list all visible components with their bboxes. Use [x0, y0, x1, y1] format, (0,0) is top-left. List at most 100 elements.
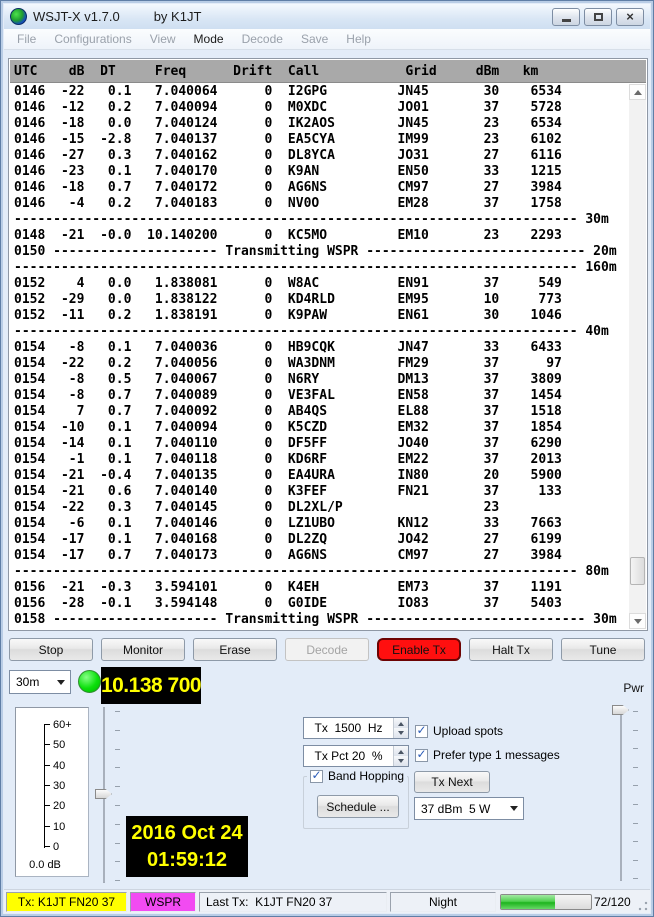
signal-meter: 0.0 dB 60+50403020100: [15, 707, 89, 877]
prefer-type1-label: Prefer type 1 messages: [433, 748, 560, 762]
meter-scale-label: 0: [53, 841, 59, 853]
slider-tick: [115, 805, 120, 806]
decode-table-header: UTC dB DT Freq Drift Call Grid dBm km: [10, 60, 646, 83]
scroll-up-button[interactable]: [629, 84, 646, 100]
spinner-down-icon: [398, 731, 404, 738]
tx-pct-down-button[interactable]: [394, 756, 408, 766]
decode-row: 0146 -22 0.1 7.040064 0 I2GPG JN45 30 65…: [14, 84, 629, 100]
decode-row: 0154 -17 0.7 7.040173 0 AG6NS CM97 27 39…: [14, 548, 629, 564]
meter-scale-line: [44, 724, 45, 848]
prefer-type1-checkbox[interactable]: ✓ Prefer type 1 messages: [415, 748, 560, 762]
decode-row: 0146 -15 -2.8 7.040137 0 EA5CYA IM99 23 …: [14, 132, 629, 148]
halt-tx-button[interactable]: Halt Tx: [469, 638, 553, 661]
band-hopping-checkbox[interactable]: ✓ Band Hopping: [307, 769, 407, 783]
scroll-down-button[interactable]: [629, 613, 646, 629]
close-button[interactable]: ×: [616, 8, 644, 26]
slider-tick: [115, 711, 120, 712]
spinner-up-icon: [398, 719, 404, 726]
tx-separator-row: 0158 --------------------- Transmitting …: [14, 612, 629, 628]
pwr-label: Pwr: [623, 681, 644, 695]
band-separator-row: ----------------------------------------…: [14, 212, 629, 228]
spinner-up-icon: [398, 747, 404, 754]
resize-grip-icon[interactable]: [638, 901, 648, 911]
tx-next-button[interactable]: Tx Next: [414, 771, 490, 793]
period-progress-bar: [500, 894, 592, 910]
schedule-button-label: Schedule ...: [326, 800, 389, 814]
decode-row: 0146 -4 0.2 7.040183 0 NV0O EM28 37 1758: [14, 196, 629, 212]
decode-row: 0154 -22 0.2 7.040056 0 WA3DNM FM29 37 9…: [14, 356, 629, 372]
band-select[interactable]: 30m: [9, 670, 71, 694]
slider-tick: [633, 748, 638, 749]
rx-gain-slider[interactable]: [95, 705, 125, 885]
monitor-button[interactable]: Monitor: [101, 638, 185, 661]
tx-separator-row: 0150 --------------------- Transmitting …: [14, 244, 629, 260]
meter-tick: [44, 826, 50, 827]
spinner-down-icon: [398, 759, 404, 766]
minimize-button[interactable]: [552, 8, 580, 26]
slider-tick: [115, 824, 120, 825]
erase-button[interactable]: Erase: [193, 638, 277, 661]
pwr-thumb[interactable]: [612, 705, 629, 715]
meter-tick: [44, 744, 50, 745]
checkbox-checked-icon: ✓: [310, 770, 323, 783]
meter-tick: [44, 785, 50, 786]
stop-button[interactable]: Stop: [9, 638, 93, 661]
app-globe-icon: [10, 8, 27, 25]
decode-row: 0146 -12 0.2 7.040094 0 M0XDC JO01 37 57…: [14, 100, 629, 116]
rx-status-lamp: [78, 670, 101, 693]
slider-tick: [115, 880, 120, 881]
slider-tick: [115, 861, 120, 862]
decode-row: 0152 4 0.0 1.838081 0 W8AC EN91 37 549: [14, 276, 629, 292]
power-select[interactable]: 37 dBm 5 W: [414, 797, 524, 820]
meter-scale-label: 40: [53, 760, 65, 772]
decode-row: 0156 -28 -0.1 3.594148 0 G0IDE IO83 37 5…: [14, 596, 629, 612]
upload-spots-label: Upload spots: [433, 724, 503, 738]
meter-scale-label: 50: [53, 739, 65, 751]
last-tx-status: Last Tx: K1JT FN20 37: [199, 892, 387, 912]
decode-row: 0154 -17 0.1 7.040168 0 DL2ZQ JO42 27 61…: [14, 532, 629, 548]
rx-gain-thumb[interactable]: [95, 789, 112, 799]
progress-count: 72/120: [594, 892, 631, 912]
tx-message-badge: Tx: K1JT FN20 37: [6, 892, 127, 912]
pwr-slider[interactable]: [609, 699, 641, 887]
schedule-button[interactable]: Schedule ...: [317, 795, 399, 818]
slider-tick: [633, 730, 638, 731]
time-value: 01:59:12: [147, 847, 227, 874]
tx-freq-spinner[interactable]: Tx 1500 Hz: [303, 717, 409, 739]
band-separator-row: ----------------------------------------…: [14, 260, 629, 276]
datetime-display: 2016 Oct 24 01:59:12: [126, 816, 248, 877]
slider-tick: [115, 786, 120, 787]
tx-pct-up-button[interactable]: [394, 746, 408, 756]
tx-pct-spinner[interactable]: Tx Pct 20 %: [303, 745, 409, 767]
decode-row: 0154 -21 0.6 7.040140 0 K3FEF FN21 37 13…: [14, 484, 629, 500]
vertical-scrollbar[interactable]: [629, 84, 646, 629]
status-bar: Tx: K1JT FN20 37 WSPR Last Tx: K1JT FN20…: [4, 889, 650, 913]
menu-decode: Decode: [233, 32, 292, 46]
upload-spots-checkbox[interactable]: ✓ Upload spots: [415, 724, 503, 738]
band-activity-panel[interactable]: UTC dB DT Freq Drift Call Grid dBm km 01…: [8, 58, 648, 631]
slider-tick: [633, 785, 638, 786]
frequency-display: 10.138 700: [101, 667, 201, 704]
menu-configurations: Configurations: [45, 32, 140, 46]
tx-pct-value: Tx Pct 20 %: [304, 749, 393, 763]
decode-row: 0146 -18 0.0 7.040124 0 IK2AOS JN45 23 6…: [14, 116, 629, 132]
tx-freq-down-button[interactable]: [394, 728, 408, 738]
decode-button: Decode: [285, 638, 369, 661]
decode-rows[interactable]: 0146 -22 0.1 7.040064 0 I2GPG JN45 30 65…: [10, 84, 629, 629]
tx-freq-up-button[interactable]: [394, 718, 408, 728]
slider-tick: [633, 804, 638, 805]
meter-readout: 0.0 dB: [16, 859, 74, 871]
mode-badge: WSPR: [130, 892, 196, 912]
slider-tick: [115, 767, 120, 768]
title-bar[interactable]: WSJT-X v1.7.0 by K1JT ×: [4, 4, 650, 29]
meter-tick: [44, 765, 50, 766]
scrollbar-thumb[interactable]: [630, 557, 645, 585]
menu-mode[interactable]: Mode: [185, 32, 233, 46]
chevron-down-icon: [57, 680, 65, 689]
pwr-track[interactable]: [620, 707, 622, 881]
slider-tick: [633, 711, 638, 712]
maximize-button[interactable]: [584, 8, 612, 26]
enable-tx-button[interactable]: Enable Tx: [377, 638, 461, 661]
tune-button[interactable]: Tune: [561, 638, 645, 661]
decode-row: 0148 -21 -0.0 10.140200 0 KC5MO EM10 23 …: [14, 228, 629, 244]
